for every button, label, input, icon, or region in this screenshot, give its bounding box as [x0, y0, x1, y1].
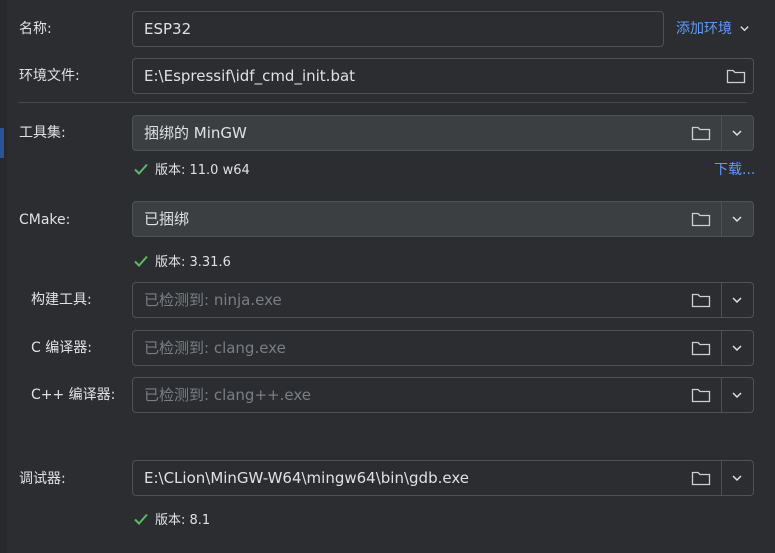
folder-icon[interactable]	[691, 124, 711, 142]
name-value: ESP32	[144, 20, 192, 38]
check-icon	[134, 163, 148, 175]
env-file-label: 环境文件:	[19, 68, 80, 84]
toolset-label: 工具集:	[19, 125, 66, 141]
build-tool-placeholder: 已检测到: ninja.exe	[144, 291, 282, 309]
debugger-label: 调试器:	[19, 471, 66, 487]
toolset-version: 版本: 11.0 w64	[133, 161, 250, 179]
combo-separator	[721, 461, 722, 495]
debugger-version: 版本: 8.1	[133, 511, 210, 529]
cmake-value: 已捆绑	[144, 210, 190, 228]
build-tool-label: 构建工具:	[31, 292, 92, 308]
c-compiler-placeholder: 已检测到: clang.exe	[144, 339, 286, 357]
folder-icon[interactable]	[691, 210, 711, 228]
env-file-input[interactable]: E:\Espressif\idf_cmd_init.bat	[132, 58, 754, 94]
toolset-version-text: 版本: 11.0 w64	[155, 163, 250, 178]
name-input[interactable]: ESP32	[132, 11, 664, 47]
build-tool-combo[interactable]: 已检测到: ninja.exe	[132, 282, 754, 318]
combo-separator	[721, 378, 722, 412]
folder-icon[interactable]	[691, 291, 711, 309]
selection-marker	[0, 128, 4, 158]
chevron-down-icon[interactable]	[730, 341, 744, 355]
add-environment-label: 添加环境	[676, 21, 732, 37]
debugger-value: E:\CLion\MinGW-W64\mingw64\bin\gdb.exe	[144, 469, 469, 487]
cmake-version: 版本: 3.31.6	[133, 253, 231, 271]
add-environment-link[interactable]: 添加环境	[676, 20, 750, 38]
cpp-compiler-placeholder: 已检测到: clang++.exe	[144, 386, 311, 404]
c-compiler-combo[interactable]: 已检测到: clang.exe	[132, 330, 754, 366]
name-label: 名称:	[19, 21, 52, 37]
chevron-down-icon[interactable]	[730, 293, 744, 307]
env-file-value: E:\Espressif\idf_cmd_init.bat	[144, 67, 356, 85]
chevron-down-icon[interactable]	[730, 388, 744, 402]
cmake-label: CMake:	[19, 212, 71, 228]
combo-separator	[721, 202, 722, 236]
folder-icon[interactable]	[691, 386, 711, 404]
combo-separator	[721, 283, 722, 317]
folder-icon[interactable]	[691, 339, 711, 357]
check-icon	[134, 255, 148, 267]
toolset-value: 捆绑的 MinGW	[144, 124, 247, 142]
download-link[interactable]: 下载...	[714, 161, 755, 179]
chevron-down-icon[interactable]	[730, 471, 744, 485]
combo-separator	[721, 116, 722, 150]
check-icon	[134, 513, 148, 525]
chevron-down-icon[interactable]	[730, 212, 744, 226]
debugger-combo[interactable]: E:\CLion\MinGW-W64\mingw64\bin\gdb.exe	[132, 460, 754, 496]
cpp-compiler-combo[interactable]: 已检测到: clang++.exe	[132, 377, 754, 413]
chevron-down-icon[interactable]	[730, 126, 744, 140]
cpp-compiler-label: C++ 编译器:	[31, 387, 116, 403]
folder-icon[interactable]	[691, 469, 711, 487]
section-divider	[18, 102, 747, 103]
cmake-combo[interactable]: 已捆绑	[132, 201, 754, 237]
combo-separator	[721, 331, 722, 365]
chevron-down-icon	[740, 26, 750, 32]
folder-icon[interactable]	[726, 67, 746, 85]
c-compiler-label: C 编译器:	[31, 340, 92, 356]
toolset-combo[interactable]: 捆绑的 MinGW	[132, 115, 754, 151]
cmake-version-text: 版本: 3.31.6	[155, 255, 231, 270]
left-panel-edge	[0, 0, 7, 553]
debugger-version-text: 版本: 8.1	[155, 513, 211, 528]
